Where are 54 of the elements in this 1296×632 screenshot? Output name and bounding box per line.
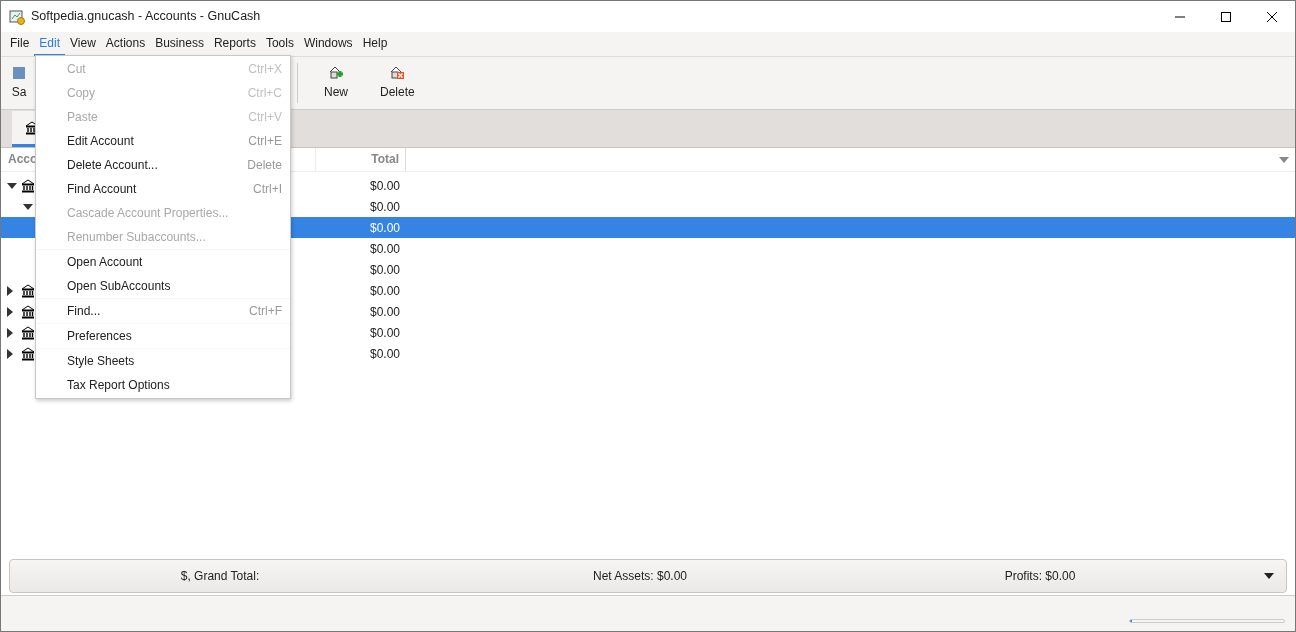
menu-item[interactable]: Business — [150, 32, 209, 56]
maximize-icon[interactable] — [1220, 10, 1232, 23]
menu-item[interactable]: Tax Report Options — [36, 373, 290, 397]
shortcut-label: Ctrl+X — [248, 61, 282, 78]
menu-item[interactable]: Find... Ctrl+F — [36, 299, 290, 323]
table-cell[interactable]: $0.00 — [316, 239, 406, 258]
table-cell[interactable]: $0.00 — [316, 281, 406, 300]
menu-item[interactable]: Preferences — [36, 324, 290, 348]
menu-item[interactable]: Windows — [298, 32, 358, 56]
expand-arrow-icon[interactable] — [7, 182, 17, 189]
menu-item[interactable]: Tools — [260, 32, 299, 56]
table-cell[interactable]: $0.00 — [316, 218, 406, 237]
table-cell[interactable]: $0.00 — [316, 323, 406, 342]
table-cell[interactable]: $0.00 — [316, 344, 406, 363]
add-account-icon — [328, 65, 344, 81]
menu-item[interactable]: File — [5, 32, 35, 56]
app-icon — [9, 8, 25, 25]
menu-item[interactable]: Open Account — [36, 250, 290, 274]
menu-item[interactable]: Edit Account Ctrl+E — [36, 129, 290, 153]
menu-item[interactable]: Help — [357, 32, 393, 56]
menu-item[interactable]: Open SubAccounts — [36, 274, 290, 298]
collapse-arrow-icon[interactable] — [7, 306, 13, 317]
menu-item[interactable]: Delete Account... Delete — [36, 153, 290, 177]
toolbar-button[interactable]: Sa — [11, 65, 27, 101]
shortcut-label: Delete — [247, 157, 282, 174]
shortcut-label: Ctrl+C — [247, 85, 282, 102]
collapse-arrow-icon[interactable] — [7, 348, 13, 359]
grand-total-label: $, Grand Total: — [180, 569, 260, 583]
collapse-arrow-icon[interactable] — [7, 327, 13, 338]
toolbar-button[interactable]: New — [308, 65, 364, 101]
table-cell[interactable]: $0.00 — [316, 302, 406, 321]
table-cell[interactable]: $0.00 — [316, 197, 406, 216]
delete-account-icon — [389, 65, 406, 81]
save-icon — [11, 65, 27, 81]
column-header[interactable]: Total — [371, 152, 399, 166]
profits-label: Profits: $0.00 — [1004, 569, 1076, 583]
shortcut-label: Ctrl+V — [248, 109, 282, 126]
window-title: Softpedia.gnucash - Accounts - GnuCash — [31, 8, 262, 26]
collapse-arrow-icon[interactable] — [7, 285, 13, 296]
menu-item[interactable]: View — [65, 32, 101, 56]
menu-item[interactable]: Find Account Ctrl+I — [36, 177, 290, 201]
menu-item[interactable]: Style Sheets — [36, 349, 290, 373]
table-cell[interactable]: $0.00 — [316, 176, 406, 195]
shortcut-label: Ctrl+I — [253, 181, 282, 198]
net-assets-label: Net Assets: $0.00 — [592, 569, 688, 583]
shortcut-label: Ctrl+E — [248, 133, 282, 150]
toolbar-button[interactable]: Delete — [364, 65, 431, 101]
dropdown-arrow-icon[interactable] — [1264, 573, 1274, 579]
close-icon[interactable] — [1266, 10, 1278, 23]
menu-item[interactable]: Reports — [208, 32, 261, 56]
table-cell[interactable]: $0.00 — [316, 260, 406, 279]
shortcut-label: Ctrl+F — [249, 303, 282, 320]
menu-item[interactable]: Actions — [100, 32, 151, 56]
expand-arrow-icon[interactable] — [23, 203, 33, 210]
